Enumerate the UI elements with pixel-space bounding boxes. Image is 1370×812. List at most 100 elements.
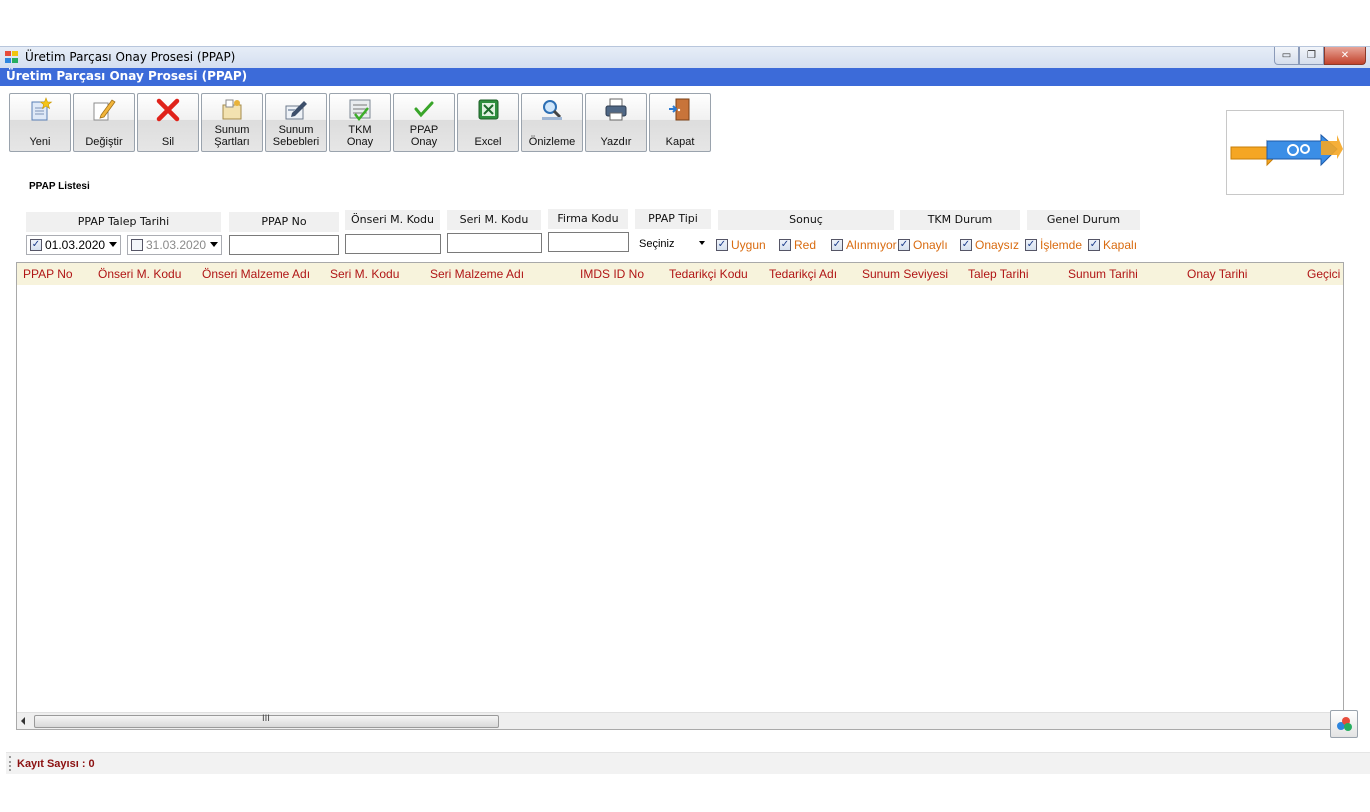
- column-header[interactable]: Tedarikçi Kodu: [669, 267, 748, 281]
- presentation-reasons-label: Sunum Sebebleri: [272, 124, 320, 148]
- delete-button-label: Sil: [161, 136, 175, 148]
- chevron-down-icon[interactable]: [210, 242, 218, 247]
- ppap-tipi-select[interactable]: Seçiniz: [635, 234, 711, 254]
- column-header[interactable]: Talep Tarihi: [968, 267, 1028, 281]
- status-grip: [9, 756, 11, 771]
- checkbox-icon[interactable]: ✓: [831, 239, 843, 251]
- restore-button[interactable]: ❐: [1299, 47, 1324, 65]
- excel-button[interactable]: Excel: [457, 93, 519, 152]
- ppap-tipi-label: PPAP Tipi: [635, 209, 711, 229]
- edit-button-label: Değiştir: [85, 136, 123, 148]
- exit-door-icon: [667, 98, 693, 122]
- scroll-left-icon[interactable]: [21, 717, 25, 725]
- date-from-picker[interactable]: ✓ 01.03.2020: [26, 235, 121, 255]
- delete-x-icon: [155, 98, 181, 122]
- sonuc-label: Sonuç: [718, 210, 894, 230]
- status-bar: Kayıt Sayısı : 0: [6, 752, 1370, 774]
- ppap-grid[interactable]: PPAP No Önseri M. Kodu Önseri Malzeme Ad…: [16, 262, 1344, 730]
- checkbox-icon[interactable]: ✓: [716, 239, 728, 251]
- column-header[interactable]: Seri Malzeme Adı: [430, 267, 524, 281]
- onseri-kodu-input[interactable]: [345, 234, 441, 254]
- new-document-star-icon: [27, 97, 53, 122]
- presentation-reasons-button[interactable]: Sunum Sebebleri: [265, 93, 327, 152]
- ppap-tipi-value: Seçiniz: [639, 238, 675, 250]
- ppap-approve-button[interactable]: PPAP Onay: [393, 93, 455, 152]
- new-button-label: Yeni: [29, 136, 51, 148]
- column-header[interactable]: Onay Tarihi: [1187, 267, 1247, 281]
- column-header[interactable]: Geçici O: [1307, 267, 1343, 281]
- firma-kodu-input[interactable]: [548, 232, 629, 252]
- column-header[interactable]: Önseri M. Kodu: [98, 267, 181, 281]
- status-check-label: Onaysız: [975, 238, 1020, 252]
- genel-durum-label: Genel Durum: [1027, 210, 1140, 230]
- date-from-value: 01.03.2020: [45, 238, 106, 252]
- checkbox-icon[interactable]: ✓: [1088, 239, 1100, 251]
- window-titlebar: Üretim Parçası Onay Prosesi (PPAP) ▭ ❐ ✕: [0, 46, 1370, 68]
- status-check-onayli[interactable]: ✓ Onaylı: [898, 238, 948, 252]
- horizontal-scrollbar[interactable]: III: [17, 712, 1343, 729]
- edit-button[interactable]: Değiştir: [73, 93, 135, 152]
- tkm-approve-button[interactable]: TKM Onay: [329, 93, 391, 152]
- print-label: Yazdır: [600, 136, 632, 148]
- checkbox-icon[interactable]: ✓: [779, 239, 791, 251]
- date-from-checkbox[interactable]: ✓: [30, 239, 42, 251]
- ppap-no-label: PPAP No: [229, 212, 339, 232]
- checkbox-icon[interactable]: ✓: [898, 239, 910, 251]
- status-check-label: Red: [794, 238, 817, 252]
- tkm-durum-label: TKM Durum: [900, 210, 1020, 230]
- chevron-down-icon[interactable]: [699, 241, 705, 245]
- checkbox-icon[interactable]: ✓: [1025, 239, 1037, 251]
- date-to-picker[interactable]: 31.03.2020: [127, 235, 222, 255]
- excel-label: Excel: [474, 136, 502, 148]
- scroll-grip: III: [262, 714, 270, 724]
- window-title: Üretim Parçası Onay Prosesi (PPAP): [25, 50, 236, 64]
- presentation-conditions-label: Sunum Şartları: [214, 124, 250, 148]
- ppap-approve-label: PPAP Onay: [409, 124, 439, 148]
- presentation-reasons-icon: [283, 98, 309, 122]
- column-header[interactable]: PPAP No: [23, 267, 73, 281]
- toolbar: Yeni Değiştir Sil Sunum Şartları Sunum S…: [9, 93, 711, 153]
- tkm-approve-icon: [347, 98, 373, 122]
- form-header-title: Üretim Parçası Onay Prosesi (PPAP): [6, 69, 248, 83]
- app-icon: [5, 51, 19, 64]
- status-check-label: Kapalı: [1103, 238, 1138, 252]
- date-to-checkbox[interactable]: [131, 239, 143, 251]
- preview-button[interactable]: Önizleme: [521, 93, 583, 152]
- tkm-approve-label: TKM Onay: [346, 124, 374, 148]
- chevron-down-icon[interactable]: [109, 242, 117, 247]
- status-check-uygun[interactable]: ✓ Uygun: [716, 238, 766, 252]
- seri-kodu-input[interactable]: [447, 233, 542, 253]
- status-check-kapali[interactable]: ✓ Kapalı: [1088, 238, 1137, 252]
- column-header[interactable]: Sunum Seviyesi: [862, 267, 948, 281]
- grid-header: PPAP No Önseri M. Kodu Önseri Malzeme Ad…: [17, 263, 1343, 285]
- excel-icon: [475, 98, 501, 122]
- delete-button[interactable]: Sil: [137, 93, 199, 152]
- presentation-conditions-button[interactable]: Sunum Şartları: [201, 93, 263, 152]
- checkbox-icon[interactable]: ✓: [960, 239, 972, 251]
- ppap-no-input[interactable]: [229, 235, 339, 255]
- status-check-islemde[interactable]: ✓ İşlemde: [1025, 238, 1082, 252]
- status-check-red[interactable]: ✓ Red: [779, 238, 816, 252]
- date-to-value: 31.03.2020: [146, 238, 207, 252]
- close-button[interactable]: ✕: [1324, 47, 1366, 65]
- firma-kodu-label: Firma Kodu: [548, 209, 628, 229]
- status-check-label: Onaylı: [913, 238, 948, 252]
- window-controls: ▭ ❐ ✕: [1274, 47, 1366, 65]
- new-button[interactable]: Yeni: [9, 93, 71, 152]
- close-form-button[interactable]: Kapat: [649, 93, 711, 152]
- scroll-thumb[interactable]: III: [34, 714, 499, 728]
- status-check-onaysiz[interactable]: ✓ Onaysız: [960, 238, 1019, 252]
- talep-tarihi-label: PPAP Talep Tarihi: [26, 212, 221, 232]
- column-header[interactable]: Sunum Tarihi: [1068, 267, 1138, 281]
- minimize-button[interactable]: ▭: [1274, 47, 1299, 65]
- column-header[interactable]: Tedarikçi Adı: [769, 267, 837, 281]
- status-check-alinmiyor[interactable]: ✓ Alınmıyor: [831, 238, 897, 252]
- presentation-conditions-icon: [219, 98, 245, 122]
- column-header[interactable]: IMDS ID No: [580, 267, 644, 281]
- seri-kodu-label: Seri M. Kodu: [447, 210, 541, 230]
- column-header[interactable]: Seri M. Kodu: [330, 267, 399, 281]
- grid-settings-button[interactable]: [1330, 710, 1358, 738]
- workflow-arrows-icon: [1230, 133, 1343, 167]
- column-header[interactable]: Önseri Malzeme Adı: [202, 267, 310, 281]
- print-button[interactable]: Yazdır: [585, 93, 647, 152]
